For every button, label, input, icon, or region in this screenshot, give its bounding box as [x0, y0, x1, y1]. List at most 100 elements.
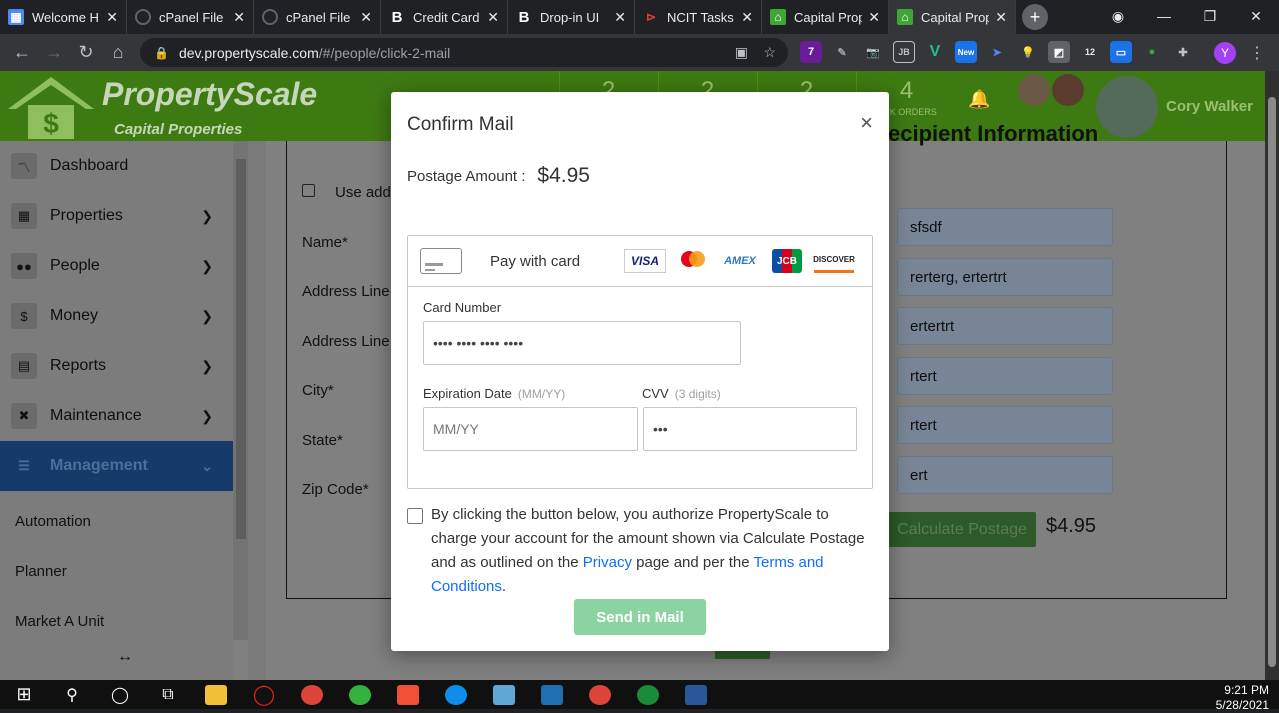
- recipient-city-field[interactable]: rtert: [897, 357, 1113, 395]
- browser-tab[interactable]: ⌂ Capital Prop ✕: [762, 0, 889, 34]
- browser-tab[interactable]: cPanel File M ✕: [254, 0, 381, 34]
- building-icon: ▦: [11, 203, 37, 229]
- opera-icon[interactable]: ◯: [240, 682, 288, 707]
- notepad-icon[interactable]: [480, 684, 528, 705]
- windows-start-icon[interactable]: ⊞: [0, 684, 48, 705]
- word-icon[interactable]: [672, 684, 720, 705]
- avatar[interactable]: [1018, 74, 1050, 106]
- expiry-hint: (MM/YY): [517, 387, 566, 401]
- reload-icon[interactable]: ↻: [70, 42, 102, 63]
- close-window-icon[interactable]: ✕: [1233, 0, 1279, 32]
- close-icon[interactable]: ×: [860, 110, 873, 136]
- sidebar-scrollbar-thumb[interactable]: [236, 159, 246, 539]
- close-tab-icon[interactable]: ✕: [614, 9, 626, 26]
- profile-menu-icon[interactable]: ◉: [1095, 0, 1141, 32]
- resize-handle-icon[interactable]: ↔: [117, 648, 133, 666]
- sidebar-item-maintenance[interactable]: ✖ Maintenance ❯: [0, 391, 233, 441]
- close-tab-icon[interactable]: ✕: [868, 9, 880, 26]
- tasks-icon: ⊳: [645, 10, 657, 24]
- photo-extension-icon[interactable]: ◩: [1048, 41, 1070, 63]
- jb-icon[interactable]: JB: [893, 41, 915, 63]
- green-app-icon[interactable]: [336, 684, 384, 705]
- browser-tab[interactable]: ⊳ NCIT Tasks ✕: [635, 0, 762, 34]
- use-address-checkbox[interactable]: [302, 184, 315, 197]
- page-scrollbar[interactable]: [1265, 71, 1279, 680]
- cvv-input[interactable]: •••: [643, 407, 857, 451]
- sidebar-item-reports[interactable]: ▤ Reports ❯: [0, 341, 233, 391]
- minimize-icon[interactable]: —: [1141, 0, 1187, 32]
- qr-icon[interactable]: ▣: [735, 44, 748, 61]
- puzzle-icon[interactable]: ✚: [1172, 41, 1194, 63]
- forward-icon[interactable]: →: [38, 42, 70, 63]
- sidebar-item-dashboard[interactable]: 〽 Dashboard: [0, 141, 233, 191]
- confirm-mail-modal: Confirm Mail × Postage Amount : $4.95 Pa…: [391, 92, 889, 651]
- chrome-icon[interactable]: [288, 684, 336, 705]
- sidebar-item-management[interactable]: ☰ Management ⌄: [0, 441, 233, 491]
- remote-app-icon[interactable]: [528, 684, 576, 705]
- teamviewer-icon[interactable]: [432, 684, 480, 705]
- extension-count-icon[interactable]: 12: [1079, 41, 1101, 63]
- sidebar-subitem-automation[interactable]: Automation: [15, 513, 91, 530]
- expiry-input[interactable]: MM/YY: [423, 407, 638, 451]
- git-icon[interactable]: [384, 684, 432, 705]
- sidebar-item-money[interactable]: $ Money ❯: [0, 291, 233, 341]
- recipient-address1-field[interactable]: rerterg, ertertrt: [897, 258, 1113, 296]
- close-tab-icon[interactable]: ✕: [995, 9, 1007, 26]
- recipient-address2-field[interactable]: ertertrt: [897, 307, 1113, 345]
- green-extension-icon[interactable]: ●: [1141, 41, 1163, 63]
- sidebar-subitem-planner[interactable]: Planner: [15, 563, 67, 580]
- card-number-input[interactable]: •••• •••• •••• ••••: [423, 321, 741, 365]
- browser-tab[interactable]: cPanel File M ✕: [127, 0, 254, 34]
- sidebar-item-properties[interactable]: ▦ Properties ❯: [0, 191, 233, 241]
- close-tab-icon[interactable]: ✕: [106, 9, 118, 26]
- kebab-menu-icon[interactable]: ⋮: [1249, 43, 1265, 63]
- notification-bell-icon[interactable]: 🔔: [968, 89, 990, 110]
- task-view-icon[interactable]: ⧉: [144, 686, 192, 704]
- close-tab-icon[interactable]: ✕: [741, 9, 753, 26]
- vue-icon[interactable]: V: [924, 41, 946, 63]
- browser-tab-active[interactable]: ⌂ Capital Prop ✕: [889, 0, 1016, 34]
- bookmark-star-icon[interactable]: ☆: [763, 44, 776, 61]
- home-icon[interactable]: ⌂: [102, 42, 134, 63]
- avatar[interactable]: [1052, 74, 1084, 106]
- new-tab-button[interactable]: +: [1022, 4, 1048, 30]
- chrome-profile-icon[interactable]: [576, 684, 624, 705]
- browser-tab[interactable]: B Drop-in UI ✕: [508, 0, 635, 34]
- cpanel-icon: [135, 9, 151, 25]
- lightbulb-icon[interactable]: 💡: [1017, 41, 1039, 63]
- chrome-green-icon[interactable]: [624, 684, 672, 705]
- address-bar[interactable]: 🔒 dev.propertyscale.com/#/people/click-2…: [140, 38, 788, 67]
- profile-avatar[interactable]: Y: [1214, 42, 1236, 64]
- close-tab-icon[interactable]: ✕: [360, 9, 372, 26]
- recipient-state-field[interactable]: rtert: [897, 406, 1113, 444]
- pen-extension-icon[interactable]: ✎: [831, 41, 853, 63]
- back-icon[interactable]: ←: [6, 42, 38, 63]
- sidebar-subitem-market-a-unit[interactable]: Market A Unit: [15, 613, 104, 630]
- authorize-checkbox[interactable]: [407, 508, 423, 524]
- cortana-icon[interactable]: ◯: [96, 685, 144, 705]
- restore-icon[interactable]: ❐: [1187, 0, 1233, 32]
- browser-tab[interactable]: ▦ Welcome H ✕: [0, 0, 127, 34]
- camera-icon[interactable]: 📷: [862, 41, 884, 63]
- sidebar-item-label: Management: [50, 457, 148, 474]
- cursor-extension-icon[interactable]: ➤: [986, 41, 1008, 63]
- file-explorer-icon[interactable]: [192, 684, 240, 705]
- recipient-name-field[interactable]: sfsdf: [897, 208, 1113, 246]
- user-name[interactable]: Cory Walker: [1166, 98, 1253, 115]
- sidebar-item-people[interactable]: ●● People ❯: [0, 241, 233, 291]
- calculate-postage-button[interactable]: Calculate Postage: [888, 512, 1036, 547]
- privacy-link[interactable]: Privacy: [583, 554, 632, 571]
- close-tab-icon[interactable]: ✕: [487, 9, 499, 26]
- postage-amount: $4.95: [537, 164, 590, 187]
- postage-row: Postage Amount : $4.95: [407, 164, 590, 188]
- send-in-mail-button[interactable]: Send in Mail: [574, 599, 706, 635]
- search-icon[interactable]: ⚲: [48, 685, 96, 705]
- extension-icon[interactable]: 7: [800, 41, 822, 63]
- page-scrollbar-thumb[interactable]: [1268, 97, 1276, 667]
- recipient-zip-field[interactable]: ert: [897, 456, 1113, 494]
- browser-tab[interactable]: B Credit Card ✕: [381, 0, 508, 34]
- screen-extension-icon[interactable]: ▭: [1110, 41, 1132, 63]
- new-extension-icon[interactable]: New: [955, 41, 977, 63]
- user-avatar[interactable]: [1096, 76, 1158, 138]
- close-tab-icon[interactable]: ✕: [233, 9, 245, 26]
